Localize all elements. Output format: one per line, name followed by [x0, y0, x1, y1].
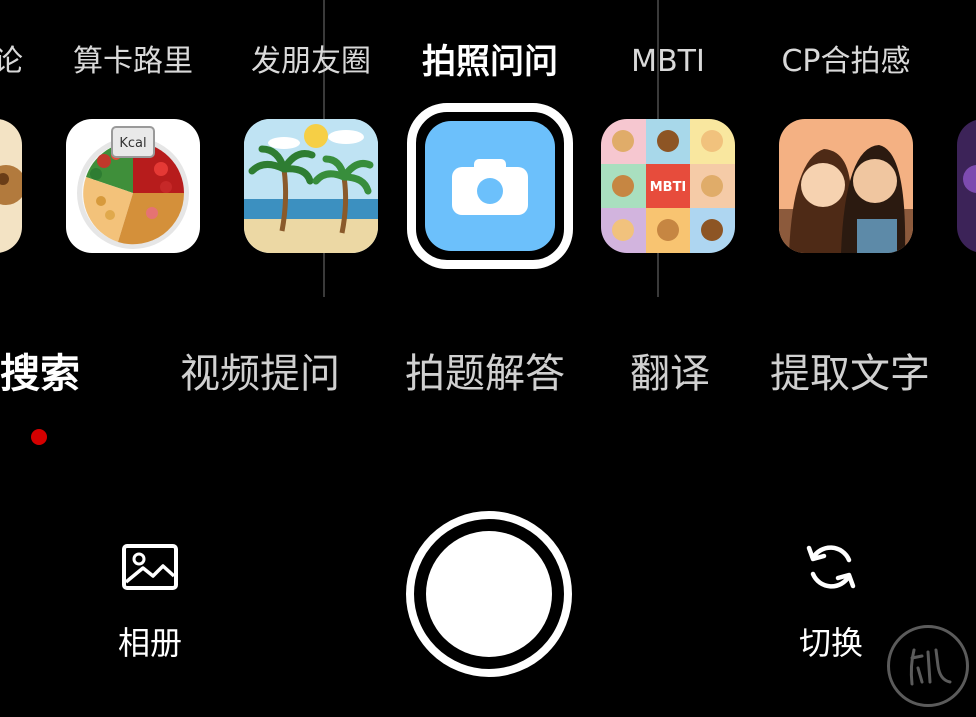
function-tab-video-ask[interactable]: 视频提问	[180, 346, 340, 402]
function-tab-photo-search[interactable]: 照搜索	[0, 346, 80, 402]
function-tab-solve-question[interactable]: 拍题解答	[405, 346, 565, 402]
camera-screen: 论 算卡路里 发朋友圈 拍照问问 MBTI CP合拍感 Kcal MBTI 搜索…	[0, 0, 976, 717]
partial-right-image	[957, 119, 976, 253]
partial-thumb-image	[0, 119, 22, 253]
mode-label-photo-ask[interactable]: 拍照问问	[422, 38, 558, 86]
beach-image	[244, 119, 378, 253]
gallery-label: 相册	[117, 624, 182, 662]
function-tab-extract-text[interactable]: 提取文字	[770, 346, 930, 402]
image-gallery-icon	[122, 544, 178, 590]
mode-thumb-moments[interactable]	[244, 119, 378, 253]
mbti-collage-image: MBTI	[601, 119, 735, 253]
watermark-logo	[887, 625, 969, 707]
mode-thumb-cp[interactable]	[779, 119, 913, 253]
mode-label-cp[interactable]: CP合拍感	[781, 38, 910, 86]
mode-thumb-partial-left[interactable]	[0, 119, 22, 253]
camera-switch-icon	[806, 545, 856, 589]
active-tab-indicator	[31, 429, 47, 445]
mode-thumb-photo-ask[interactable]	[407, 103, 573, 269]
mbti-text: MBTI	[650, 180, 687, 195]
mode-label-moments[interactable]: 发朋友圈	[251, 38, 371, 86]
calorie-plate-image: Kcal	[66, 119, 200, 253]
switch-camera-button[interactable]: 切换	[771, 538, 891, 668]
function-tab-translate[interactable]: 翻译	[630, 346, 710, 402]
camera-icon	[452, 159, 528, 215]
mode-label-partial[interactable]: 论	[0, 38, 23, 86]
watermark-glyph	[909, 648, 952, 686]
gallery-button[interactable]: 相册	[90, 538, 210, 668]
calorie-kcal-text: Kcal	[119, 136, 146, 151]
shutter-inner	[426, 531, 552, 657]
mode-label-mbti[interactable]: MBTI	[631, 38, 705, 86]
shutter-button[interactable]	[406, 511, 572, 677]
mode-thumb-calorie[interactable]: Kcal	[66, 119, 200, 253]
mode-label-calorie[interactable]: 算卡路里	[73, 38, 193, 86]
camera-tile	[425, 121, 555, 251]
mode-thumb-partial-right[interactable]	[957, 119, 976, 253]
switch-label: 切换	[798, 624, 863, 662]
couple-image	[779, 119, 913, 253]
mode-thumb-mbti[interactable]: MBTI	[601, 119, 735, 253]
